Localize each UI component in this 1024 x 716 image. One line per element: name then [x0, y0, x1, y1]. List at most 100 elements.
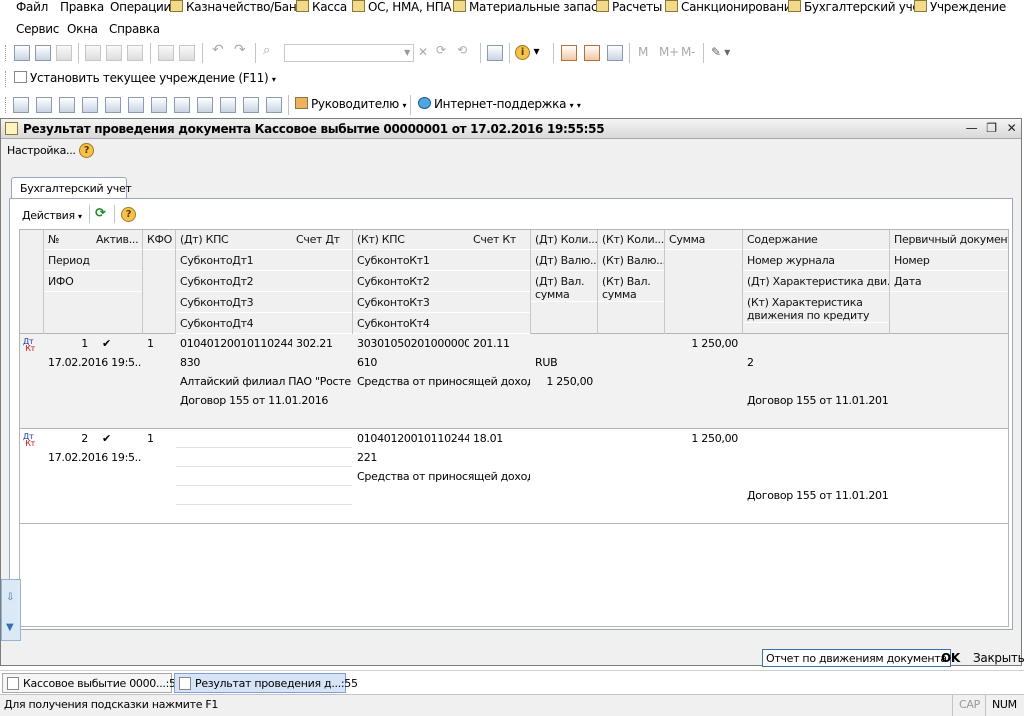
col-dt-sub4-header[interactable]: СубконтоДт4	[176, 314, 352, 334]
set-institution-button[interactable]: Установить текущее учреждение (F11) ▾	[14, 71, 276, 85]
redo-icon[interactable]: ↷	[234, 42, 246, 58]
chevron-down-icon[interactable]: ▼	[401, 45, 413, 61]
col-kt-sub1-header[interactable]: СубконтоКт1	[353, 251, 530, 271]
report-icon-1[interactable]	[13, 97, 29, 113]
col-primary-doc-header[interactable]: Первичный документ	[890, 230, 1008, 250]
new-document-icon[interactable]	[14, 45, 30, 61]
report-icon-12[interactable]	[266, 97, 282, 113]
col-active-header[interactable]: Актив...	[92, 230, 142, 250]
window-titlebar[interactable]: Результат проведения документа Кассовое …	[1, 119, 1021, 139]
actions-menu[interactable]: Действия ▾	[22, 209, 82, 222]
report-icon-7[interactable]	[151, 97, 167, 113]
taskbar-item-cash-document[interactable]: Кассовое выбытие 0000...:55	[2, 673, 183, 693]
report-icon-11[interactable]	[243, 97, 259, 113]
menu-help[interactable]: Справка	[109, 22, 160, 36]
col-dt-cur-header[interactable]: (Дт) Валю...	[531, 251, 597, 271]
col-journal-header[interactable]: Номер журнала	[743, 251, 889, 271]
toolbar-grip[interactable]	[5, 71, 8, 87]
menu-file[interactable]: Файл	[16, 0, 48, 14]
clear-search-icon[interactable]: ✕	[418, 45, 428, 59]
menu-treasury[interactable]: Казначейство/Банк	[170, 0, 304, 14]
col-dt-sub3-header[interactable]: СубконтоДт3	[176, 293, 352, 313]
side-panel-toggle[interactable]: ⇩ ▼	[1, 579, 21, 641]
table-row[interactable]: Дт Кт 1 ✔ 17.02.2016 19:5... 1 010401200…	[20, 334, 1008, 429]
menu-fixed-assets[interactable]: ОС, НМА, НПА	[352, 0, 452, 14]
head-button[interactable]: Руководителю ▾	[295, 97, 406, 111]
col-date-header[interactable]: Дата	[890, 272, 1008, 292]
col-dt-sub2-header[interactable]: СубконтоДт2	[176, 272, 352, 292]
memory-minus-button[interactable]: M-	[681, 45, 695, 59]
menu-cash[interactable]: Касса	[296, 0, 347, 14]
col-sum-header[interactable]: Сумма	[665, 230, 742, 250]
tools-icon[interactable]: ✎ ▾	[711, 45, 730, 59]
taskbar-item-result[interactable]: Результат проведения д...:55	[174, 673, 358, 693]
print-icon[interactable]	[158, 45, 174, 61]
toolbar-grip[interactable]	[5, 45, 8, 61]
refresh-icon[interactable]: ⟳	[95, 206, 106, 221]
menu-operations[interactable]: Операции	[110, 0, 171, 14]
tab-accounting[interactable]: Бухгалтерский учет	[11, 177, 132, 199]
col-kt-char-header[interactable]: (Кт) Характеристика движения по кредиту	[743, 293, 889, 323]
col-kt-sub4-header[interactable]: СубконтоКт4	[353, 314, 530, 334]
report-button[interactable]: Отчет по движениям документа	[762, 649, 951, 667]
col-kt-account-header[interactable]: Счет Кт	[469, 230, 530, 250]
col-kt-cur-sum-header[interactable]: (Кт) Вал. сумма	[598, 272, 664, 302]
col-dt-cur-sum-header[interactable]: (Дт) Вал. сумма	[531, 272, 597, 302]
print-preview-icon[interactable]	[179, 45, 195, 61]
open-folder-icon[interactable]	[35, 45, 51, 61]
ok-button[interactable]: OK	[941, 651, 960, 665]
col-kfo-header[interactable]: КФО	[143, 230, 175, 250]
col-kt-sub2-header[interactable]: СубконтоКт2	[353, 272, 530, 292]
report-icon-10[interactable]	[220, 97, 236, 113]
info-icon[interactable]: i ▾	[515, 44, 540, 60]
internet-support-button[interactable]: Интернет-поддержка ▾ ▾	[418, 97, 581, 111]
find-prev-icon[interactable]: ⟲	[457, 43, 467, 57]
calculator-icon[interactable]	[561, 45, 577, 61]
report-icon-5[interactable]	[105, 97, 121, 113]
save-icon[interactable]	[56, 45, 72, 61]
search-input[interactable]: ▼	[284, 44, 414, 62]
col-kt-sub3-header[interactable]: СубконтоКт3	[353, 293, 530, 313]
menu-windows[interactable]: Окна	[67, 22, 98, 36]
help-icon[interactable]: ?	[121, 207, 136, 222]
col-content-header[interactable]: Содержание	[743, 230, 889, 250]
col-number-header[interactable]: Номер	[890, 251, 1008, 271]
col-period-header[interactable]: Период	[44, 251, 142, 271]
memory-plus-button[interactable]: M+	[659, 45, 679, 59]
close-button[interactable]: Закрыть	[973, 651, 1024, 665]
col-dt-qty-header[interactable]: (Дт) Коли...	[531, 230, 597, 250]
report-icon-4[interactable]	[82, 97, 98, 113]
menu-accounting[interactable]: Бухгалтерский учет	[788, 0, 926, 14]
report-icon-6[interactable]	[128, 97, 144, 113]
col-dt-sub1-header[interactable]: СубконтоДт1	[176, 251, 352, 271]
copy-icon[interactable]	[106, 45, 122, 61]
settings-link[interactable]: Настройка...	[7, 144, 76, 157]
calendar-icon[interactable]	[584, 45, 600, 61]
col-kt-cur-header[interactable]: (Кт) Валю...	[598, 251, 664, 271]
report-icon-9[interactable]	[197, 97, 213, 113]
help-icon[interactable]: ?	[79, 143, 94, 158]
find-next-icon[interactable]: ⟳	[436, 43, 446, 57]
report-icon-3[interactable]	[59, 97, 75, 113]
col-kt-kps-header[interactable]: (Кт) КПС	[353, 230, 469, 250]
menu-settlements[interactable]: Расчеты	[596, 0, 662, 14]
table-row[interactable]: Дт Кт 2 ✔ 17.02.2016 19:5... 1 010401200…	[20, 429, 1008, 524]
paste-icon[interactable]	[127, 45, 143, 61]
report-icon-2[interactable]	[36, 97, 52, 113]
windows-icon[interactable]	[487, 45, 503, 61]
col-dt-kps-header[interactable]: (Дт) КПС	[176, 230, 292, 250]
undo-icon[interactable]: ↶	[212, 42, 224, 58]
menu-institution[interactable]: Учреждение	[914, 0, 1006, 14]
minimize-icon[interactable]: —	[964, 121, 979, 136]
col-ifo-header[interactable]: ИФО	[44, 272, 142, 292]
restore-icon[interactable]: ❐	[984, 121, 999, 136]
menu-sanction[interactable]: Санкционирование	[665, 0, 799, 14]
users-icon[interactable]	[607, 45, 623, 61]
menu-service[interactable]: Сервис	[16, 22, 59, 36]
search-icon[interactable]: ⌕	[263, 43, 270, 58]
close-icon[interactable]: ✕	[1004, 121, 1019, 136]
cut-icon[interactable]	[85, 45, 101, 61]
col-dt-char-header[interactable]: (Дт) Характеристика дви...	[743, 272, 889, 292]
menu-edit[interactable]: Правка	[60, 0, 104, 14]
toolbar-grip[interactable]	[5, 97, 8, 113]
